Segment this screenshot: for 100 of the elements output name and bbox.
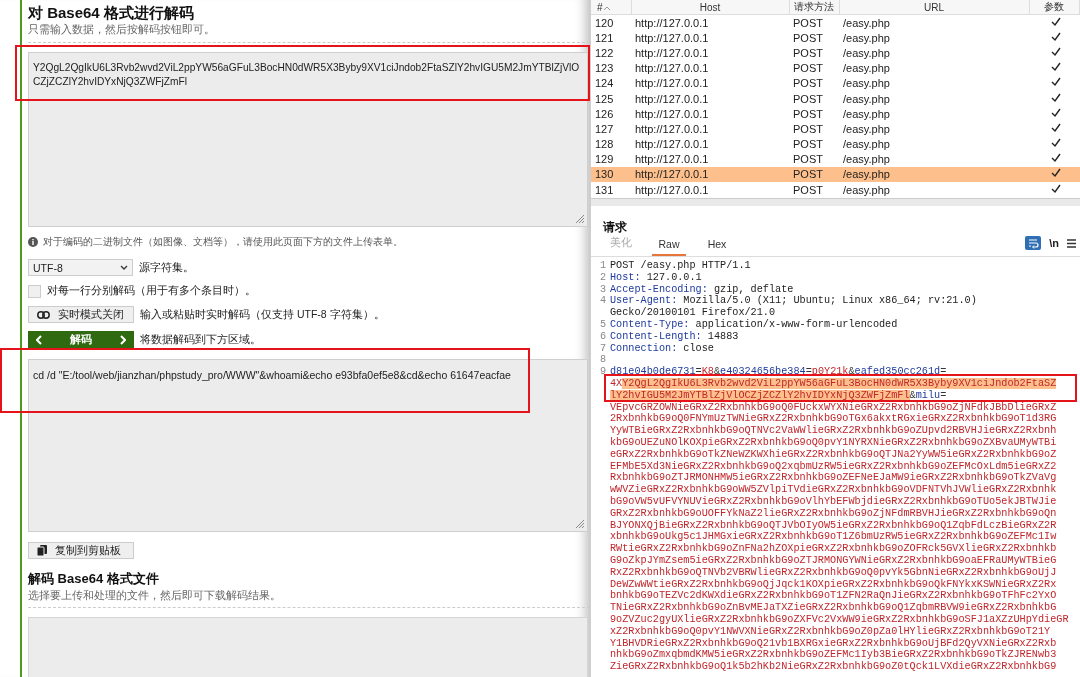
table-cell: /easy.php	[839, 151, 1029, 167]
table-cell-text: /easy.php	[842, 137, 891, 152]
live-mode-label: 输入或粘贴时实时解码（仅支持 UTF-8 字符集）。	[140, 307, 385, 322]
request-row[interactable]: 127 http://127.0.0.1 POST /easy.php	[591, 121, 1080, 137]
request-row[interactable]: 131 http://127.0.0.1 POST /easy.php	[591, 182, 1080, 198]
copy-button[interactable]: 复制到剪贴板	[28, 542, 134, 559]
section-title: 解码 Base64 格式文件	[28, 571, 160, 587]
line-number: 8	[598, 354, 607, 367]
charset-dropdown[interactable]: UTF-8	[28, 259, 133, 276]
table-cell-text: /easy.php	[842, 76, 891, 91]
table-cell: http://127.0.0.1	[631, 182, 789, 198]
table-cell-text: 121	[594, 30, 615, 46]
request-row[interactable]: 121 http://127.0.0.1 POST /easy.php	[591, 30, 1080, 46]
header-line: Connection: close	[610, 342, 714, 355]
header-line: Host: 127.0.0.1	[610, 271, 702, 284]
word-wrap-button[interactable]	[1025, 236, 1042, 250]
word-wrap-icon	[1027, 237, 1039, 249]
table-cell-text: http://127.0.0.1	[634, 61, 710, 76]
table-cell-text: /easy.php	[842, 30, 891, 46]
request-row[interactable]: 120 http://127.0.0.1 POST /easy.php	[591, 14, 1080, 31]
hint-text: 对于编码的二进制文件（如图像、文档等），请使用此页面下方的文件上传表单。	[43, 235, 403, 249]
column-header[interactable]: 请求方法	[789, 0, 839, 15]
section-subtitle: 选择要上传和处理的文件，然后即可下载解码结果。	[28, 588, 282, 602]
table-cell-text: POST	[792, 121, 824, 137]
decode-button[interactable]: 解码	[28, 331, 134, 348]
line-number: 5	[598, 319, 607, 331]
input-field[interactable]: Y2QgL2QgIkU6L3Rvb2wvd2ViL2ppYW56aGFuL3BocHN0dWR5X3Byby9XV1ciJndob2FtaSZlY2hvIGU5M2JmYTBlZjVlOCZjZCZlY2hvIDYxNjQ3ZWFjZmFl	[28, 52, 588, 227]
table-cell: 130	[591, 166, 631, 183]
tab[interactable]: Raw	[652, 238, 686, 256]
request-row[interactable]: 126 http://127.0.0.1 POST /easy.php	[591, 106, 1080, 122]
info-icon	[28, 237, 38, 247]
table-cell-text: http://127.0.0.1	[634, 106, 710, 122]
line-number: 1	[598, 260, 607, 272]
panel-title: 请求	[602, 219, 628, 236]
table-cell-text: 122	[594, 45, 615, 61]
table-cell: POST	[789, 14, 839, 31]
table-cell: 131	[591, 182, 631, 198]
table-cell-text: POST	[792, 91, 824, 107]
table-cell: http://127.0.0.1	[631, 14, 789, 31]
request-row[interactable]: 125 http://127.0.0.1 POST /easy.php	[591, 90, 1080, 107]
column-header[interactable]: 参数	[1029, 0, 1080, 15]
resize-grip-icon	[575, 214, 585, 224]
column-header[interactable]: #	[591, 0, 631, 15]
output-field[interactable]: cd /d "E:/tool/web/jianzhan/phpstudy_pro/WWW"&whoami&echo e93bfa0ef5e8&cd&echo 61647eacfae	[28, 359, 588, 532]
table-cell-text: /easy.php	[842, 91, 891, 107]
line-number: 9	[598, 366, 607, 380]
table-cell-text: http://127.0.0.1	[634, 45, 710, 61]
table-cell-text: POST	[792, 137, 824, 152]
request-row[interactable]: 123 http://127.0.0.1 POST /easy.php	[591, 60, 1080, 76]
table-cell: /easy.php	[839, 182, 1029, 198]
request-row[interactable]: 130 http://127.0.0.1 POST /easy.php	[591, 166, 1080, 183]
table-cell-text: 124	[594, 76, 615, 91]
table-cell-text: http://127.0.0.1	[634, 137, 710, 152]
table-cell-text: /easy.php	[842, 121, 891, 137]
table-cell: /easy.php	[839, 166, 1029, 183]
table-cell: POST	[789, 151, 839, 167]
table-cell: http://127.0.0.1	[631, 151, 789, 167]
table-cell: 129	[591, 151, 631, 167]
table-cell-text: POST	[792, 30, 824, 46]
request-row[interactable]: 124 http://127.0.0.1 POST /easy.php	[591, 75, 1080, 91]
table-cell: http://127.0.0.1	[631, 166, 789, 183]
file-drop-zone[interactable]	[28, 617, 588, 677]
column-header[interactable]: Host	[631, 0, 789, 15]
request-line: POST /easy.php HTTP/1.1	[610, 260, 751, 272]
decode-label: 将数据解码到下方区域。	[140, 332, 261, 347]
checkbox[interactable]	[28, 284, 41, 298]
line-number: 4	[598, 295, 607, 309]
table-cell-text: 123	[594, 61, 615, 76]
table-cell-text: /easy.php	[842, 45, 891, 61]
line-number: 3	[598, 283, 607, 296]
header-line: Content-Length: 14883	[610, 330, 739, 343]
live-mode-button[interactable]: 实时模式关闭	[28, 306, 134, 323]
table-cell-text: POST	[792, 45, 824, 61]
table-cell-text: http://127.0.0.1	[634, 30, 710, 46]
section-title: 对 Base64 格式进行解码	[28, 3, 195, 22]
resize-grip-icon	[575, 519, 585, 529]
chevron-down-icon	[120, 264, 128, 271]
table-cell-text: http://127.0.0.1	[634, 121, 710, 137]
charset-label: 源字符集。	[139, 260, 194, 275]
toggle-icon	[37, 310, 50, 319]
tab[interactable]: Hex	[700, 238, 734, 256]
line-number: 7	[598, 342, 607, 355]
request-row[interactable]: 128 http://127.0.0.1 POST /easy.php	[591, 136, 1080, 152]
table-cell-text: /easy.php	[842, 106, 891, 122]
table-cell-text: 125	[594, 91, 615, 107]
menu-icon	[1067, 238, 1076, 248]
chevron-right-icon	[120, 334, 126, 345]
column-header[interactable]: URL	[839, 0, 1029, 15]
table-cell-text: http://127.0.0.1	[634, 91, 710, 107]
table-cell-text: 126	[594, 106, 615, 122]
request-row[interactable]: 129 http://127.0.0.1 POST /easy.php	[591, 151, 1080, 167]
newline-toggle[interactable]: \n	[1049, 237, 1059, 249]
table-cell-text: POST	[792, 61, 824, 76]
table-cell-text: POST	[792, 106, 824, 122]
table-cell-text: /easy.php	[842, 61, 891, 76]
request-row[interactable]: 122 http://127.0.0.1 POST /easy.php	[591, 45, 1080, 61]
table-cell-text: 127	[594, 121, 615, 137]
table-cell-text: POST	[792, 76, 824, 91]
table-cell-text: 128	[594, 137, 615, 152]
line-number: 2	[598, 271, 607, 284]
